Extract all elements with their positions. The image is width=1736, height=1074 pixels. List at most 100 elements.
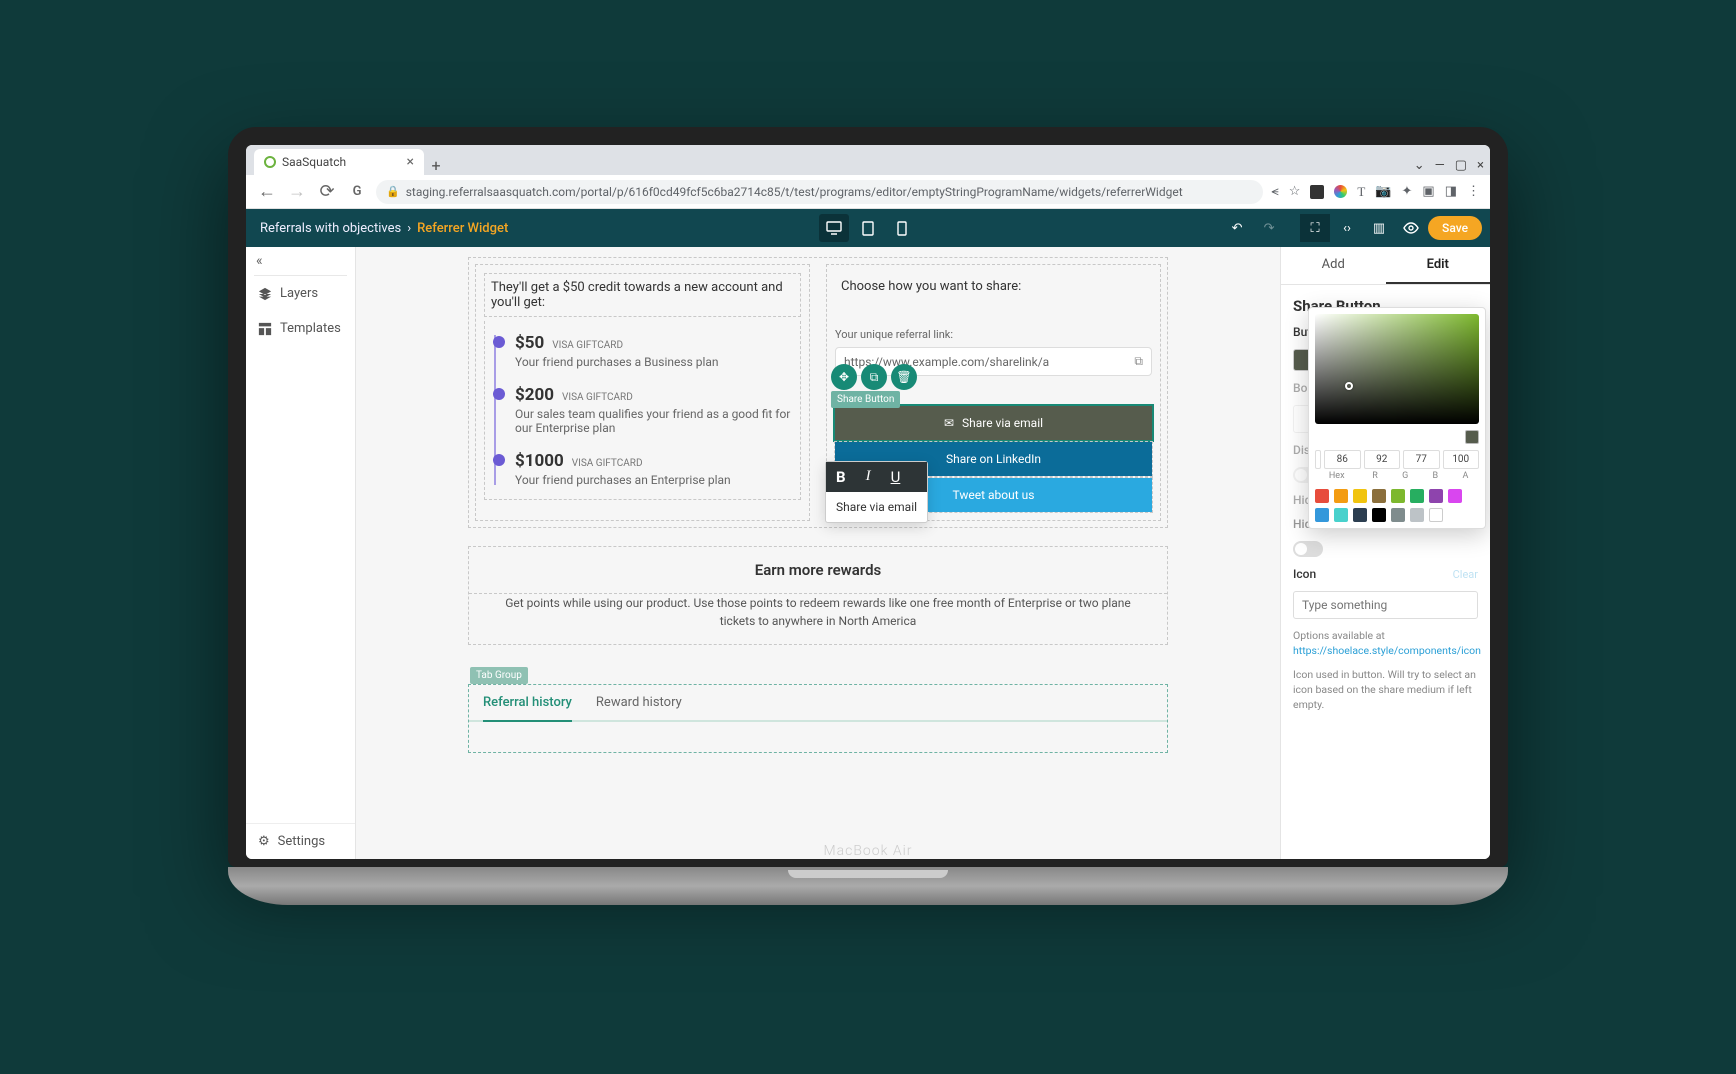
preset-swatch[interactable]: [1429, 489, 1443, 503]
tab-group-badge: Tab Group: [470, 667, 528, 684]
preset-swatch[interactable]: [1334, 489, 1348, 503]
new-tab-button[interactable]: +: [424, 156, 448, 175]
selected-element-badge: Share Button: [831, 391, 900, 408]
preset-swatch[interactable]: [1315, 508, 1329, 522]
preset-swatch[interactable]: [1372, 508, 1386, 522]
editor-canvas[interactable]: They'll get a $50 credit towards a new a…: [356, 247, 1280, 859]
saturation-cursor[interactable]: [1345, 382, 1353, 390]
shoelace-link[interactable]: https://shoelace.style/components/icon: [1293, 644, 1481, 657]
b-input[interactable]: [1403, 450, 1440, 469]
icon-input[interactable]: [1293, 591, 1478, 619]
tab-referral-history[interactable]: Referral history: [483, 695, 572, 722]
gear-icon: ⚙: [258, 834, 270, 849]
side-panel-icon[interactable]: ◨: [1445, 184, 1457, 199]
reload-icon[interactable]: ⟳: [316, 181, 338, 202]
browser-tab[interactable]: SaaSquatch ×: [254, 149, 424, 175]
fullscreen-button[interactable]: ⛶: [1300, 214, 1330, 242]
search-engine-icon[interactable]: G: [346, 184, 368, 199]
r-input[interactable]: [1324, 450, 1361, 469]
text-format-popover[interactable]: B I U Share via email: [825, 461, 928, 523]
url-bar[interactable]: 🔒 staging.referralsaasquatch.com/portal/…: [376, 180, 1263, 204]
preset-swatch[interactable]: [1410, 489, 1424, 503]
layout-button[interactable]: ▥: [1364, 214, 1394, 242]
share-heading[interactable]: Choose how you want to share:: [835, 273, 1152, 300]
minimize-icon[interactable]: ⌄: [1414, 158, 1425, 173]
color-picker-popover[interactable]: Hex R G B A: [1308, 307, 1486, 529]
bullet-icon: [493, 388, 505, 400]
reward-item[interactable]: $200 VISA GIFTCARD Our sales team qualif…: [489, 377, 796, 443]
share-email-button[interactable]: ✉ Share via email: [835, 406, 1152, 440]
collapse-sidebar-icon[interactable]: «: [246, 247, 355, 275]
preset-swatch[interactable]: [1391, 508, 1405, 522]
g-input[interactable]: [1364, 450, 1401, 469]
preset-swatch[interactable]: [1410, 508, 1424, 522]
breadcrumb-root[interactable]: Referrals with objectives: [260, 221, 401, 236]
preset-swatch[interactable]: [1448, 489, 1462, 503]
chrome-menu-icon[interactable]: ⋮: [1467, 184, 1480, 199]
desktop-view-button[interactable]: [819, 214, 849, 242]
popover-text[interactable]: Share via email: [826, 492, 927, 522]
preset-swatch[interactable]: [1353, 489, 1367, 503]
mobile-view-button[interactable]: [887, 214, 917, 242]
delete-icon[interactable]: 🗑: [891, 364, 917, 390]
bold-icon[interactable]: B: [826, 462, 856, 492]
a-input[interactable]: [1443, 450, 1480, 469]
extensions-menu-icon[interactable]: ✦: [1402, 184, 1413, 199]
preset-swatch[interactable]: [1391, 489, 1405, 503]
bookmark-icon[interactable]: ☆: [1289, 184, 1301, 199]
panel-tab-add[interactable]: Add: [1281, 247, 1386, 284]
sidebar-item-layers[interactable]: Layers: [246, 276, 355, 311]
hex-input[interactable]: [1315, 450, 1321, 469]
save-button[interactable]: Save: [1428, 216, 1482, 240]
hide-text-toggle[interactable]: [1293, 541, 1323, 557]
italic-icon[interactable]: I: [856, 462, 881, 492]
extension-icon[interactable]: [1310, 185, 1324, 199]
bullet-icon: [493, 454, 505, 466]
window-maximize-icon[interactable]: ▢: [1455, 158, 1467, 173]
tab-reward-history[interactable]: Reward history: [596, 695, 682, 720]
move-handle-icon[interactable]: ✥: [831, 364, 857, 390]
reward-item[interactable]: $50 VISA GIFTCARD Your friend purchases …: [489, 325, 796, 377]
url-text: staging.referralsaasquatch.com/portal/p/…: [406, 185, 1183, 199]
sidebar-item-templates[interactable]: Templates: [246, 311, 355, 346]
browser-toolbar: ← → ⟳ G 🔒 staging.referralsaasquatch.com…: [246, 175, 1490, 209]
preset-swatch[interactable]: [1334, 508, 1348, 522]
link-label: Your unique referral link:: [835, 328, 1152, 341]
extension-icon[interactable]: T: [1357, 184, 1365, 200]
cast-icon[interactable]: ▣: [1422, 184, 1434, 199]
window-minimize-icon[interactable]: —: [1435, 158, 1445, 173]
section-title[interactable]: Earn more rewards: [469, 547, 1167, 594]
intro-text[interactable]: They'll get a $50 credit towards a new a…: [484, 273, 801, 317]
section-subtitle[interactable]: Get points while using our product. Use …: [469, 594, 1167, 644]
clear-icon-link[interactable]: Clear: [1453, 568, 1478, 581]
redo-button[interactable]: ↷: [1254, 214, 1284, 242]
close-tab-icon[interactable]: ×: [407, 154, 414, 170]
preset-swatch[interactable]: [1372, 489, 1386, 503]
saturation-box[interactable]: [1315, 314, 1479, 424]
tablet-view-button[interactable]: [853, 214, 883, 242]
lock-icon: 🔒: [386, 185, 400, 198]
underline-icon[interactable]: U: [881, 462, 911, 492]
breadcrumb-current: Referrer Widget: [417, 221, 508, 236]
sidebar-item-settings[interactable]: ⚙ Settings: [246, 823, 355, 859]
laptop-label: MacBook Air: [823, 843, 912, 859]
layers-icon: [258, 287, 272, 301]
back-icon[interactable]: ←: [256, 181, 278, 202]
reward-item[interactable]: $1000 VISA GIFTCARD Your friend purchase…: [489, 443, 796, 495]
share-icon[interactable]: ⪪: [1271, 184, 1278, 199]
preset-swatch[interactable]: [1315, 489, 1329, 503]
preset-swatch[interactable]: [1429, 508, 1443, 522]
duplicate-icon[interactable]: ⧉: [861, 364, 887, 390]
forward-icon[interactable]: →: [286, 181, 308, 202]
preset-swatch[interactable]: [1353, 508, 1367, 522]
preset-swatches: [1315, 489, 1479, 522]
copy-icon[interactable]: ⧉: [1134, 354, 1143, 369]
preview-button[interactable]: [1396, 214, 1426, 242]
code-button[interactable]: ‹›: [1332, 214, 1362, 242]
undo-button[interactable]: ↶: [1222, 214, 1252, 242]
camera-icon[interactable]: 📷: [1375, 184, 1391, 199]
extension-icon[interactable]: [1334, 185, 1347, 198]
panel-tab-edit[interactable]: Edit: [1386, 247, 1491, 284]
window-close-icon[interactable]: ×: [1477, 158, 1484, 173]
properties-panel: Add Edit Share Button Button Background …: [1280, 247, 1490, 859]
